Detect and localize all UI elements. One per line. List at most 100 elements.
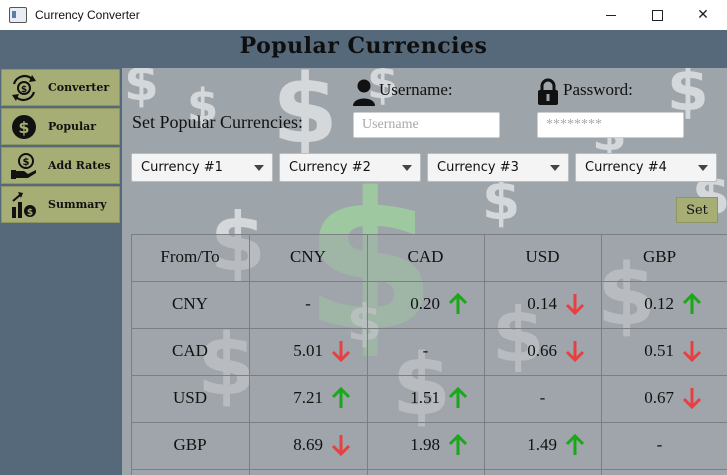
main-panel: $ $ $ $ $ $ $ $ $ $ $ $ $ $ $ Set Popula… <box>122 68 727 475</box>
column-header-label: CAD <box>407 247 444 266</box>
currency-select-value: Currency #3 <box>437 160 519 175</box>
app-icon <box>9 7 27 23</box>
background-dollar-icon: $ <box>124 68 159 112</box>
rate-value: 1.51 <box>410 388 440 407</box>
lock-icon <box>537 78 559 111</box>
maximize-icon[interactable] <box>634 0 680 30</box>
rate-cell: - <box>367 328 484 374</box>
rate-cell: 1.51 <box>367 375 484 421</box>
row-header-label: CNY <box>172 294 208 313</box>
trend-up-arrow-icon <box>448 386 468 409</box>
rate-value: - <box>422 341 429 360</box>
rate-cell: 0.12 <box>601 281 718 327</box>
rate-value: 0.67 <box>644 388 674 407</box>
sidebar-item-label: Summary <box>48 198 107 211</box>
rate-cell: 0.51 <box>601 328 718 374</box>
sidebar-item-label: Popular <box>48 120 97 133</box>
rate-cell: 8.69 <box>249 422 367 468</box>
svg-text:$: $ <box>23 157 30 168</box>
sidebar-item-label: Add Rates <box>48 159 111 172</box>
close-icon[interactable]: ✕ <box>680 0 726 30</box>
minimize-icon[interactable] <box>588 0 634 30</box>
title-bar: Currency Converter ✕ <box>0 0 727 30</box>
rate-value: 0.51 <box>644 341 674 360</box>
window-title: Currency Converter <box>35 8 140 22</box>
sidebar-item-add-rates[interactable]: $ Add Rates <box>1 147 120 184</box>
column-header: GBP <box>601 234 718 280</box>
username-label: Username: <box>379 80 453 99</box>
row-header-label: CAD <box>172 341 208 360</box>
column-header-label: GBP <box>642 247 677 266</box>
rate-cell: 1.49 <box>484 422 601 468</box>
user-icon <box>352 78 376 111</box>
rate-value: - <box>656 435 663 454</box>
username-input[interactable] <box>353 112 500 138</box>
currency-select-value: Currency #2 <box>289 160 371 175</box>
trend-down-arrow-icon <box>565 293 585 316</box>
trend-up-arrow-icon <box>331 386 351 409</box>
trend-down-arrow-icon <box>331 434 351 457</box>
svg-text:$: $ <box>18 118 29 137</box>
exchange-icon: $ <box>9 73 39 103</box>
set-popular-label: Set Popular Currencies: <box>132 112 303 132</box>
row-header: USD <box>131 375 249 421</box>
corner-label: From/To <box>160 247 220 266</box>
column-header: USD <box>484 234 601 280</box>
sidebar-item-popular[interactable]: $ Popular <box>1 108 120 145</box>
rate-cell: 7.21 <box>249 375 367 421</box>
currency-select-1[interactable]: Currency #1 <box>131 153 273 182</box>
currency-select-4[interactable]: Currency #4 <box>575 153 717 182</box>
trend-down-arrow-icon <box>682 387 702 410</box>
growth-chart-icon: $ <box>9 190 39 220</box>
dropdown-arrow-icon <box>550 165 560 171</box>
rate-value: 0.20 <box>410 294 440 313</box>
rate-value: 1.49 <box>527 435 557 454</box>
row-header: GBP <box>131 422 249 468</box>
page-title: Popular Currencies <box>239 33 488 59</box>
password-label: Password: <box>563 80 633 99</box>
row-header-label: USD <box>172 388 207 407</box>
rate-value: 0.66 <box>527 341 557 360</box>
sidebar-item-converter[interactable]: $ Converter <box>1 69 120 106</box>
dropdown-arrow-icon <box>402 165 412 171</box>
rate-value: 8.69 <box>293 435 323 454</box>
rate-cell: 0.20 <box>367 281 484 327</box>
dropdown-arrow-icon <box>254 165 264 171</box>
trend-down-arrow-icon <box>682 340 702 363</box>
rates-table: From/To CNY CAD USD GBP CNY - 0.20 0.14 0.12… <box>131 234 727 475</box>
row-header: CNY <box>131 281 249 327</box>
dollar-coin-icon: $ <box>9 112 39 142</box>
rate-value: 1.98 <box>410 435 440 454</box>
rate-value: 7.21 <box>293 388 323 407</box>
set-button[interactable]: Set <box>676 197 718 223</box>
password-input[interactable] <box>537 112 684 138</box>
rate-value: - <box>305 294 311 313</box>
trend-down-arrow-icon <box>331 340 351 363</box>
row-header-label: GBP <box>173 435 207 454</box>
currency-select-value: Currency #4 <box>585 160 667 175</box>
rate-cell: 5.01 <box>249 328 367 374</box>
sidebar-item-summary[interactable]: $ Summary <box>1 186 120 223</box>
rate-cell: 0.66 <box>484 328 601 374</box>
column-header: CNY <box>249 234 367 280</box>
trend-up-arrow-icon <box>448 433 468 456</box>
rate-value: 0.12 <box>644 294 674 313</box>
rate-value: 5.01 <box>293 341 323 360</box>
svg-text:$: $ <box>27 208 33 218</box>
trend-down-arrow-icon <box>565 340 585 363</box>
row-header: CAD <box>131 328 249 374</box>
currency-select-2[interactable]: Currency #2 <box>279 153 421 182</box>
column-header-label: CNY <box>290 247 326 266</box>
trend-up-arrow-icon <box>682 292 702 315</box>
dropdown-arrow-icon <box>698 165 708 171</box>
sidebar: $ Converter $ Popular $ Add Rates $ Summ… <box>0 68 122 475</box>
rate-value: 0.14 <box>527 294 557 313</box>
rate-value: - <box>539 388 546 407</box>
column-header: CAD <box>367 234 484 280</box>
sidebar-item-label: Converter <box>48 81 110 94</box>
rate-cell: 1.98 <box>367 422 484 468</box>
currency-select-3[interactable]: Currency #3 <box>427 153 569 182</box>
table-corner-header: From/To <box>131 234 249 280</box>
rate-cell: - <box>249 281 367 327</box>
trend-up-arrow-icon <box>448 292 468 315</box>
